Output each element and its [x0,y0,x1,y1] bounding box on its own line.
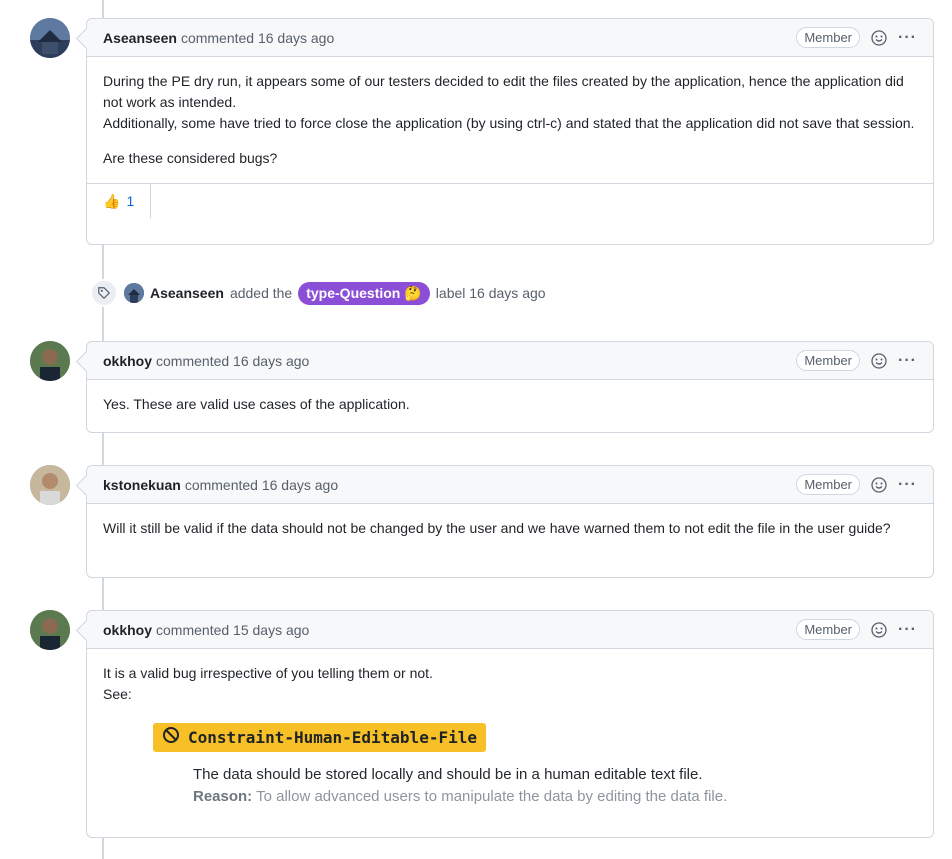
kebab-icon[interactable]: ··· [898,476,917,494]
comment-author[interactable]: okkhoy [103,353,152,369]
avatar[interactable] [124,283,144,303]
label-pill[interactable]: type-Question 🤔 [298,281,430,305]
label-name: type-Question [306,285,401,301]
comment-text: Are these considered bugs? [103,150,278,166]
comment-card: okkhoy commented 15 days ago Member ··· … [86,610,934,838]
thumbs-up-icon: 👍 [103,192,121,209]
reason-text: To allow advanced users to manipulate th… [256,788,728,805]
label-event: Aseanseen added the type-Question 🤔 labe… [90,279,546,307]
role-badge: Member [796,619,861,640]
comment-author[interactable]: okkhoy [103,622,152,638]
comment-header: kstonekuan commented 16 days ago Member … [87,466,933,504]
avatar[interactable] [30,341,70,381]
smiley-icon[interactable] [870,352,888,370]
reaction-count: 1 [126,193,135,209]
block-icon [162,726,180,749]
smiley-icon[interactable] [870,621,888,639]
reactions-bar: 👍 1 [87,183,933,218]
comment-text: Will it still be valid if the data shoul… [103,520,891,536]
role-badge: Member [796,350,861,371]
constraint-title: Constraint-Human-Editable-File [153,723,486,752]
comment-timestamp[interactable]: commented 15 days ago [156,622,309,638]
event-actor[interactable]: Aseanseen [150,285,224,301]
thumbs-up-reaction[interactable]: 👍 1 [87,184,152,218]
constraint-title-text: Constraint-Human-Editable-File [188,728,477,747]
comment-body: Yes. These are valid use cases of the ap… [87,380,933,429]
tag-icon [90,279,118,307]
constraint-reason: Reason: To allow advanced users to manip… [193,786,917,808]
comment-author[interactable]: kstonekuan [103,477,181,493]
smiley-icon[interactable] [870,476,888,494]
comment-author[interactable]: Aseanseen [103,30,177,46]
comment-timestamp[interactable]: commented 16 days ago [181,30,334,46]
comment-card: okkhoy commented 16 days ago Member ··· … [86,341,934,433]
comment-text: During the PE dry run, it appears some o… [103,73,904,110]
comment-timestamp[interactable]: commented 16 days ago [156,353,309,369]
reason-label: Reason: [193,788,253,805]
comment-body: It is a valid bug irrespective of you te… [87,649,933,822]
kebab-icon[interactable]: ··· [898,29,917,47]
comment-header: Aseanseen commented 16 days ago Member ·… [87,19,933,57]
avatar[interactable] [30,610,70,650]
constraint-block: Constraint-Human-Editable-File The data … [153,723,917,808]
comment-body: Will it still be valid if the data shoul… [87,504,933,553]
event-action: added the [229,285,293,301]
constraint-body: The data should be stored locally and sh… [193,764,917,808]
kebab-icon[interactable]: ··· [898,621,917,639]
avatar[interactable] [30,18,70,58]
smiley-icon[interactable] [870,29,888,47]
comment-text: Yes. These are valid use cases of the ap… [103,396,410,412]
comment-header: okkhoy commented 16 days ago Member ··· [87,342,933,380]
comment-body: During the PE dry run, it appears some o… [87,57,933,183]
comment-text: Additionally, some have tried to force c… [103,115,915,131]
comment-timestamp[interactable]: commented 16 days ago [185,477,338,493]
role-badge: Member [796,474,861,495]
constraint-text: The data should be stored locally and sh… [193,766,703,783]
comment-header: okkhoy commented 15 days ago Member ··· [87,611,933,649]
thinking-face-icon: 🤔 [404,284,422,301]
role-badge: Member [796,27,861,48]
comment-card: kstonekuan commented 16 days ago Member … [86,465,934,578]
avatar[interactable] [30,465,70,505]
event-suffix: label 16 days ago [435,285,546,301]
comment-card: Aseanseen commented 16 days ago Member ·… [86,18,934,245]
kebab-icon[interactable]: ··· [898,352,917,370]
comment-text: See: [103,686,132,702]
comment-text: It is a valid bug irrespective of you te… [103,665,433,681]
